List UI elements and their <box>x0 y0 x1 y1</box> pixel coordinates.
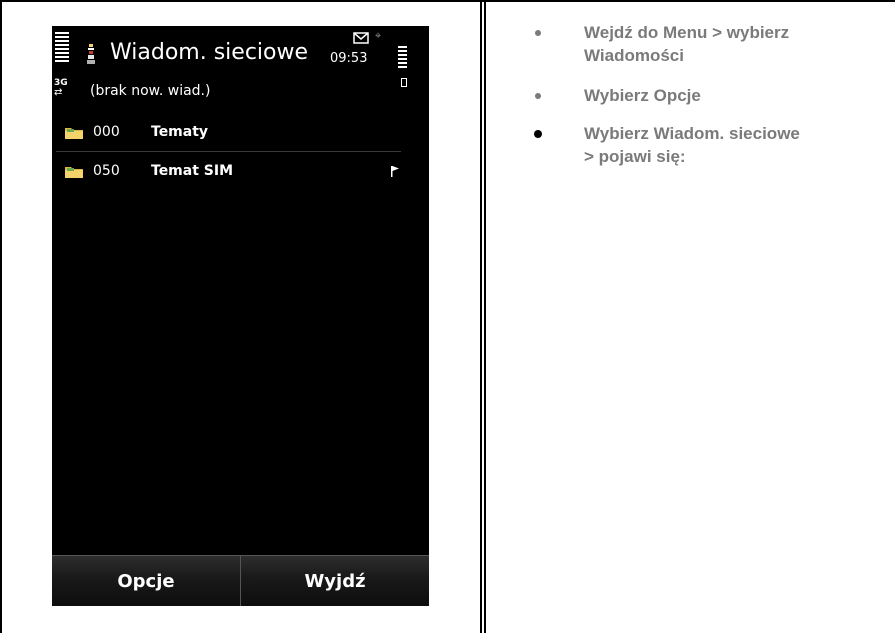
status-subtitle: (brak now. wiad.) <box>90 83 211 99</box>
topic-name: Tematy <box>151 124 209 140</box>
table-column-divider <box>480 0 482 633</box>
topic-row[interactable]: 050 Temat SIM <box>52 158 429 186</box>
topic-number: 050 <box>93 163 120 179</box>
topic-number: 000 <box>93 124 120 140</box>
hold-icon: ⌖ <box>375 29 382 42</box>
table-border-top <box>0 0 895 2</box>
row-divider <box>56 151 401 152</box>
exit-softkey[interactable]: Wyjdź <box>241 556 429 606</box>
folder-icon <box>65 167 83 178</box>
flag-icon <box>391 166 399 177</box>
instruction-text: Wejdź do Menu > wybierz Wiadomości <box>584 23 790 65</box>
clock: 09:53 <box>330 51 368 66</box>
app-icon <box>87 44 95 64</box>
page-title: Wiadom. sieciowe <box>110 40 309 65</box>
signal-icon <box>55 32 69 64</box>
phone-screen: 3G ⇄ Wiadom. sieciowe ⌖ 09:53 (brak now.… <box>52 26 429 606</box>
battery-level-icon <box>398 46 407 70</box>
softkey-bar: Opcje Wyjdź <box>52 555 429 606</box>
folder-icon <box>65 128 83 139</box>
battery-icon <box>401 78 407 87</box>
topic-name: Temat SIM <box>151 163 234 179</box>
instruction-text: Wybierz Wiadom. sieciowe > pojawi się: <box>584 124 800 166</box>
table-border-left <box>0 0 2 633</box>
instruction-text: Wybierz Opcje <box>584 86 701 105</box>
data-transfer-icon: ⇄ <box>54 87 63 98</box>
bullet-icon <box>534 130 542 138</box>
topic-row[interactable]: 000 Tematy <box>52 119 429 147</box>
table-column-divider-double <box>484 0 486 633</box>
bullet-icon <box>535 93 541 99</box>
bullet-icon <box>535 30 541 36</box>
options-softkey[interactable]: Opcje <box>52 556 240 606</box>
envelope-icon <box>353 32 369 44</box>
